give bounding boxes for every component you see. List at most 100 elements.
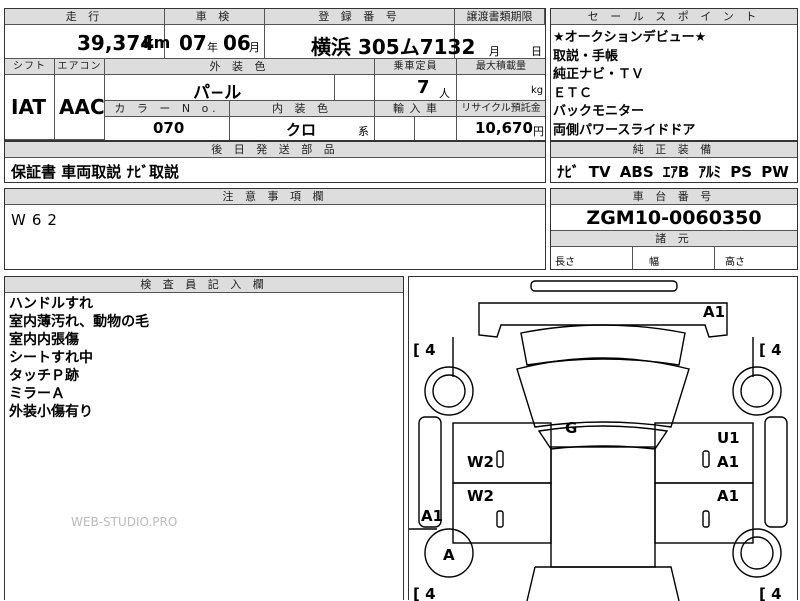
inspector-note-item: ミラーＡ [9,386,65,402]
import-cell-a [375,117,415,140]
month-unit: 月 [249,41,260,54]
sales-point-item: 取説・手帳 [553,48,619,64]
mark-fr-door-a1: A1 [717,453,739,471]
mark-front-bumper: A1 [703,303,725,321]
notes-box: 注 意 事 項 欄 W62 [4,188,546,270]
rear-gate [526,566,680,601]
hood [516,357,690,428]
front-fenders [452,337,754,377]
header-recycle: リサイクル預託金 [457,101,545,117]
rl-handle [496,510,504,528]
header-inspection: 車 検 [165,9,265,25]
wheel-fl-inner [432,374,466,408]
wheel-fr-inner [740,374,774,408]
equipment-value: ﾅﾋﾞ TV ABS ｴｱB ｱﾙﾐ PS PW [557,163,789,181]
aircon-value: AAC [59,95,105,119]
inspector-box: 検 査 員 記 入 欄 ハンドルすれ 室内薄汚れ、動物の毛 室内内張傷 シートすれ中タ… [4,276,404,600]
import-cell-b [415,117,457,140]
inspection-month: 06 [223,31,251,55]
interior-color-value: クロ [286,121,317,139]
header-import: 輸 入 車 [375,101,457,117]
mark-rr-door: A1 [717,487,739,505]
exterior-color-value: パ−ル [193,83,242,103]
watermark: WEB-STUDIO.PRO [71,515,178,529]
front-grille [520,324,686,366]
inspection-year: 07 [179,31,207,55]
front-bumper [478,302,728,338]
height-label: 高さ [725,257,745,268]
inspector-note-item: 室内薄汚れ、動物の毛 [9,314,150,330]
header-notes: 注 意 事 項 欄 [5,189,545,205]
shift-cell: IAT [5,75,55,140]
interior-suffix: 系 [358,125,369,138]
notes-value: W62 [11,211,63,229]
color-no-cell: 070 [105,117,230,140]
length-label: 長さ [555,257,575,268]
exterior-color-extra [335,75,375,101]
mark-hood: G [565,419,577,437]
chassis-box: 車 台 番 号 ZGM10-0060350 諸 元 長さ 幅 高さ [550,188,798,270]
mark-fl-door: W2 [467,453,494,471]
exterior-color-cell: パ−ル [105,75,335,103]
deadline-day: 日 [531,45,542,58]
mark-fr-door-u1: U1 [717,429,740,447]
header-capacity: 乗車定員 [375,59,457,75]
vehicle-info-grid: 走 行 車 検 登 録 番 号 譲渡書類期限 39,374 km 07 年 06… [4,8,546,141]
recycle-unit: 円 [533,125,544,138]
inspector-note-item: シートすれ中 [9,350,93,366]
color-no-value: 070 [153,119,185,137]
wheel-fl [424,366,474,416]
capacity-unit: 人 [439,87,450,100]
mark-left-side: A1 [421,507,443,525]
header-chassis: 車 台 番 号 [551,189,797,205]
header-mileage: 走 行 [5,9,165,25]
sales-point-item: 純正ナビ・ＴＶ [553,67,645,82]
max-load-cell: kg [457,75,545,101]
header-aircon: エアコン [55,59,105,75]
interior-color-cell: クロ 系 [230,117,375,140]
sales-point-item: ★オークションデビュー★ [553,30,707,45]
inspector-note-item: タッチＰ跡 [9,368,79,384]
header-registration: 登 録 番 号 [265,9,455,25]
roof [550,446,656,568]
inspector-note-item: 外装小傷有り [9,404,93,420]
windshield-lower [537,425,669,450]
width-label: 幅 [649,257,659,268]
sales-point-item: バックモニター [553,104,645,119]
mark-rl-wheel: A [443,546,455,564]
registration-cell: 横浜 305ム7132 [265,25,475,59]
header-max-load: 最大積載量 [457,59,545,75]
header-sales-points: セ ー ル ス ポ イ ン ト [551,9,797,25]
equipment-box: 純 正 装 備 ﾅﾋﾞ TV ABS ｴｱB ｱﾙﾐ PS PW [550,141,798,183]
tire-rl-mark: [ 4 [413,585,436,601]
capacity-cell: 7 人 [375,75,457,101]
right-side-step [764,416,788,528]
mileage-cell: 39,374 km [5,25,170,59]
inspection-cell: 07 年 06 月 [165,25,265,59]
inspector-note-item: 室内内張傷 [9,332,79,348]
wheel-rr [732,528,782,578]
rr-handle [702,510,710,528]
tire-rr-mark: [ 4 [759,585,782,601]
height-cell: 高さ [715,247,797,269]
width-cell: 幅 [633,247,715,269]
sales-point-item: ＥＴＣ [553,85,593,101]
aircon-cell: AAC [55,75,105,140]
mark-rl-door: W2 [467,487,494,505]
recycle-cell: 10,670 円 [457,117,545,140]
header-equipment: 純 正 装 備 [551,142,797,158]
later-parts-box: 後 日 発 送 部 品 保証書 車両取説 ﾅﾋﾞ取説 [4,141,546,183]
sales-points-list: ★オークションデビュー★ 取説・手帳 純正ナビ・ＴＶ ＥＴＣ バックモニター 両側パワース… [553,29,706,140]
inspector-note-item: ハンドルすれ [9,296,93,312]
header-transfer-deadline: 譲渡書類期限 [455,9,545,25]
capacity-value: 7 [417,77,430,98]
header-later-parts: 後 日 発 送 部 品 [5,142,545,158]
header-shift: シフト [5,59,55,75]
tire-fr-mark: [ 4 [759,341,782,359]
shift-value: IAT [11,95,47,119]
tire-fl-mark: [ 4 [413,341,436,359]
year-unit: 年 [207,41,218,54]
header-dimensions: 諸 元 [551,230,797,247]
fl-handle [496,450,504,468]
car-diagram: [ 4 [ 4 [ 4 [ 4 A1 G W2 W2 U1 A1 A1 A1 A [409,280,788,601]
